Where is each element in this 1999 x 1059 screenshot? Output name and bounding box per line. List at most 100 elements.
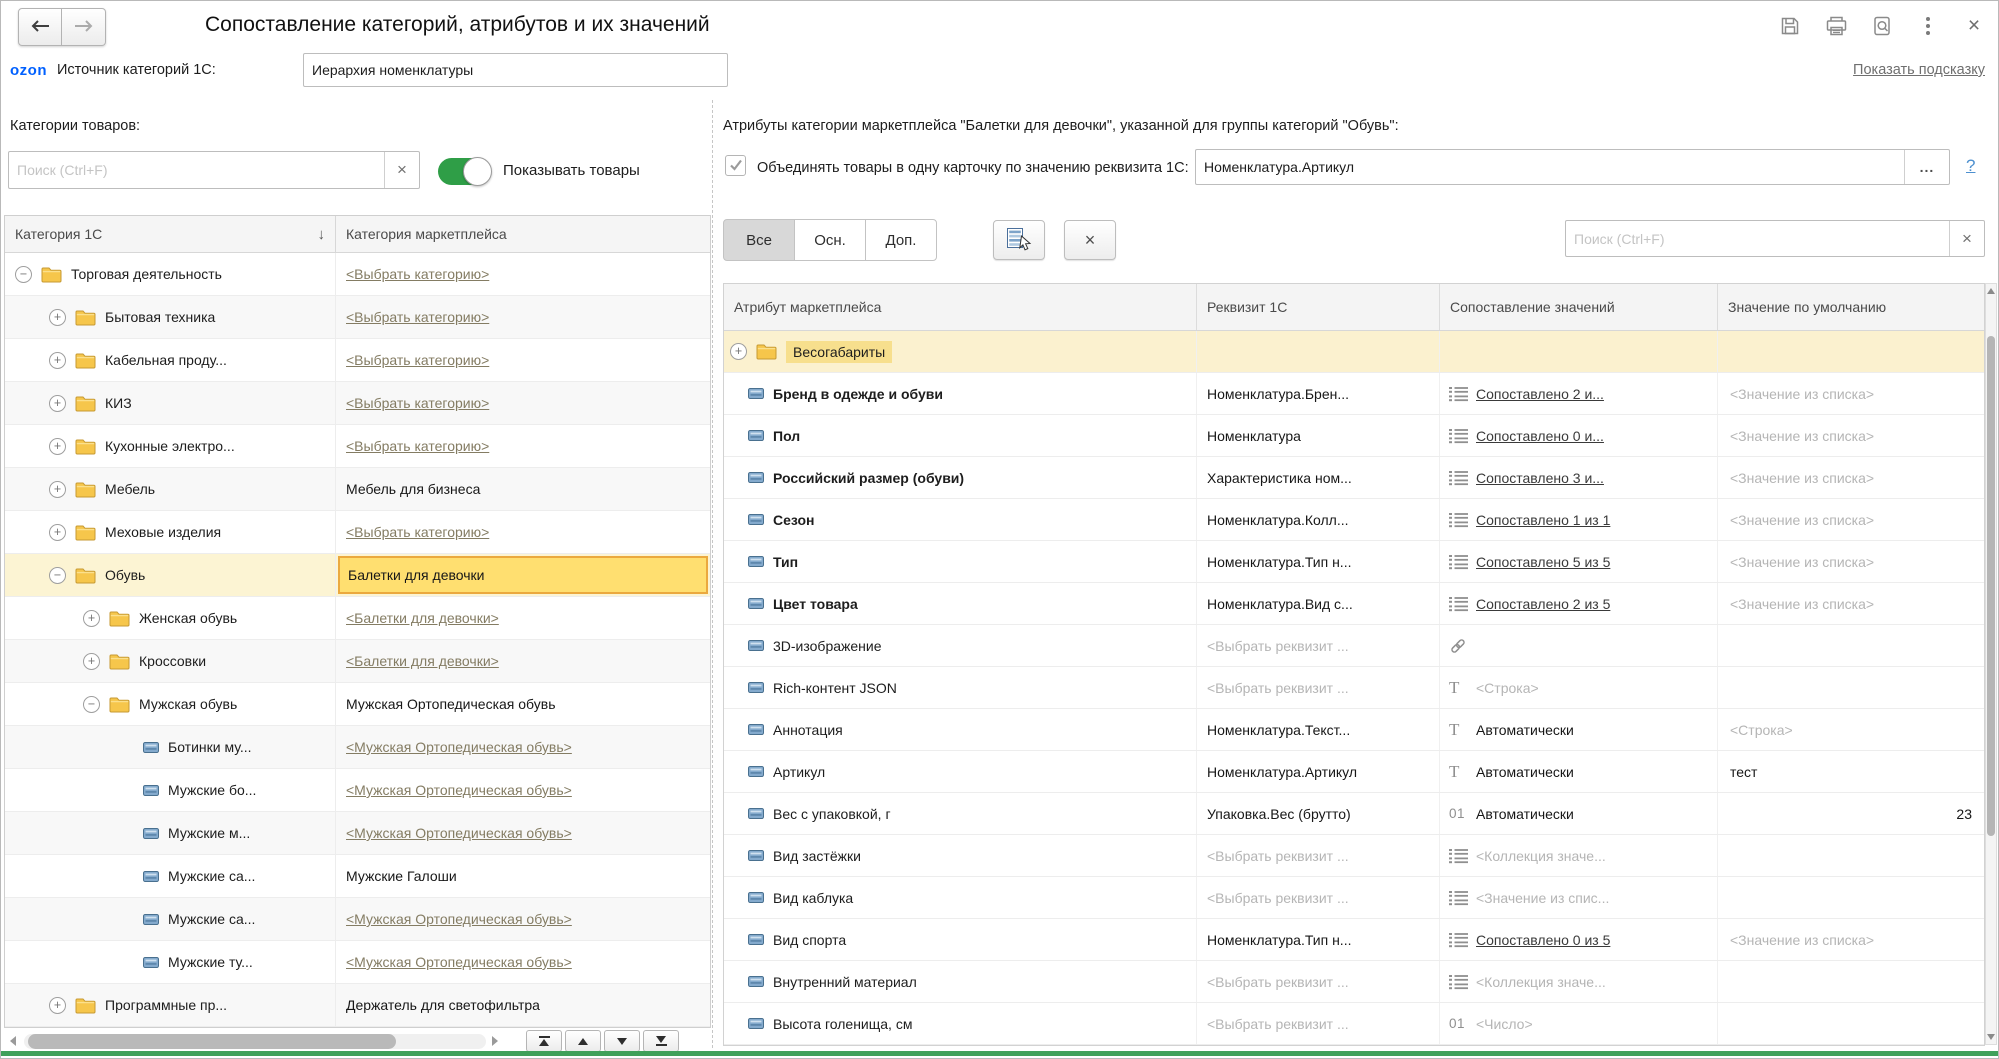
attribute-row[interactable]: СезонНоменклатура.Колл...Сопоставлено 1 … — [724, 499, 1984, 541]
marketplace-category-cell[interactable]: <Выбрать категорию> — [335, 511, 710, 553]
requisite-cell[interactable]: Номенклатура.Брен... — [1196, 373, 1439, 414]
category-row[interactable]: Мужские ту...<Мужская Ортопедическая обу… — [5, 941, 710, 984]
marketplace-category-cell[interactable]: <Мужская Ортопедическая обувь> — [335, 898, 710, 940]
marketplace-category-cell[interactable]: <Мужская Ортопедическая обувь> — [335, 769, 710, 811]
category-row[interactable]: Ботинки му...<Мужская Ортопедическая обу… — [5, 726, 710, 769]
default-cell[interactable] — [1717, 625, 1984, 666]
attribute-row[interactable]: Российский размер (обуви)Характеристика … — [724, 457, 1984, 499]
expand-icon[interactable]: + — [49, 309, 66, 326]
scroll-up-button[interactable] — [565, 1030, 601, 1052]
panel-splitter[interactable] — [712, 100, 713, 1048]
source-input[interactable] — [304, 54, 727, 86]
show-hint-link[interactable]: Показать подсказку — [1853, 62, 1985, 78]
scroll-to-top-button[interactable] — [526, 1030, 562, 1052]
marketplace-category-cell[interactable]: <Мужская Ортопедическая обувь> — [335, 726, 710, 768]
column-header-requisite[interactable]: Реквизит 1С — [1196, 284, 1439, 330]
mapping-cell[interactable] — [1439, 625, 1717, 666]
marketplace-category-cell[interactable]: <Выбрать категорию> — [335, 382, 710, 424]
scroll-left-icon[interactable] — [10, 1036, 16, 1046]
choose-category-link[interactable]: <Выбрать категорию> — [346, 309, 489, 325]
attribute-row[interactable]: Вид каблука<Выбрать реквизит ...<Значени… — [724, 877, 1984, 919]
category-row[interactable]: +Кроссовки<Балетки для девочки> — [5, 640, 710, 683]
requisite-cell[interactable]: Характеристика ном... — [1196, 457, 1439, 498]
mapping-cell[interactable]: <Коллекция значе... — [1439, 835, 1717, 876]
mapping-cell[interactable]: 01Автоматически — [1439, 793, 1717, 834]
help-link[interactable]: ? — [1966, 156, 1975, 176]
scroll-up-icon[interactable] — [1987, 288, 1995, 294]
mapping-link[interactable]: Сопоставлено 3 и... — [1476, 470, 1604, 486]
requisite-cell[interactable]: <Выбрать реквизит ... — [1196, 625, 1439, 666]
attribute-row[interactable]: АртикулНоменклатура.АртикулTАвтоматическ… — [724, 751, 1984, 793]
default-cell[interactable] — [1717, 667, 1984, 708]
clear-search-icon[interactable]: × — [385, 152, 419, 188]
choose-category-link[interactable]: <Мужская Ортопедическая обувь> — [346, 911, 572, 927]
attribute-row[interactable]: ТипНоменклатура.Тип н...Сопоставлено 5 и… — [724, 541, 1984, 583]
preview-icon[interactable] — [1870, 14, 1894, 38]
requisite-cell[interactable]: Номенклатура.Артикул — [1196, 751, 1439, 792]
mapping-cell[interactable]: <Коллекция значе... — [1439, 961, 1717, 1002]
default-cell[interactable] — [1717, 961, 1984, 1002]
attribute-row[interactable]: Бренд в одежде и обувиНоменклатура.Брен.… — [724, 373, 1984, 415]
mapping-link[interactable]: Сопоставлено 2 и... — [1476, 386, 1604, 402]
mapping-cell[interactable]: Сопоставлено 0 и... — [1439, 415, 1717, 456]
expand-icon[interactable]: + — [49, 524, 66, 541]
expand-icon[interactable]: + — [730, 343, 747, 360]
attribute-row[interactable]: Вид застёжки<Выбрать реквизит ...<Коллек… — [724, 835, 1984, 877]
scroll-down-icon[interactable] — [1987, 1034, 1995, 1040]
scroll-right-icon[interactable] — [492, 1036, 498, 1046]
choose-category-link[interactable]: <Балетки для девочки> — [346, 610, 499, 626]
category-search-input[interactable] — [9, 152, 384, 188]
marketplace-category-cell[interactable]: <Выбрать категорию> — [335, 339, 710, 381]
choose-category-link[interactable]: <Мужская Ортопедическая обувь> — [346, 954, 572, 970]
requisite-cell[interactable]: <Выбрать реквизит ... — [1196, 1003, 1439, 1044]
category-row[interactable]: +Кабельная проду...<Выбрать категорию> — [5, 339, 710, 382]
expand-icon[interactable]: + — [49, 395, 66, 412]
mapping-cell[interactable]: TАвтоматически — [1439, 709, 1717, 750]
tab-[interactable]: Доп. — [865, 219, 937, 261]
default-cell[interactable]: <Значение из списка> — [1717, 919, 1984, 960]
marketplace-category-cell[interactable]: <Выбрать категорию> — [335, 425, 710, 467]
expand-icon[interactable]: + — [49, 438, 66, 455]
expand-icon[interactable]: + — [83, 653, 100, 670]
mapping-link[interactable]: Сопоставлено 2 из 5 — [1476, 596, 1610, 612]
category-row[interactable]: +Меховые изделия<Выбрать категорию> — [5, 511, 710, 554]
more-icon[interactable] — [1916, 14, 1940, 38]
attribute-row[interactable]: Вид спортаНоменклатура.Тип н...Сопоставл… — [724, 919, 1984, 961]
category-row[interactable]: +Программные пр...Держатель для светофил… — [5, 984, 710, 1027]
attribute-group-row[interactable]: +Весогабариты — [724, 331, 1984, 373]
category-row[interactable]: Мужские бо...<Мужская Ортопедическая обу… — [5, 769, 710, 812]
default-cell[interactable] — [1717, 877, 1984, 918]
back-button[interactable] — [18, 8, 62, 46]
expand-icon[interactable]: + — [49, 997, 66, 1014]
marketplace-category-cell[interactable]: <Балетки для девочки> — [335, 597, 710, 639]
collapse-icon[interactable]: − — [83, 696, 100, 713]
attribute-row[interactable]: АннотацияНоменклатура.Текст...TАвтоматич… — [724, 709, 1984, 751]
choose-category-link[interactable]: <Мужская Ортопедическая обувь> — [346, 825, 572, 841]
requisite-cell[interactable]: Номенклатура.Тип н... — [1196, 541, 1439, 582]
clear-search-icon[interactable]: × — [1950, 221, 1984, 256]
attribute-row[interactable]: ПолНоменклатураСопоставлено 0 и...<Значе… — [724, 415, 1984, 457]
choose-category-link[interactable]: <Мужская Ортопедическая обувь> — [346, 739, 572, 755]
hscroll-track[interactable] — [24, 1034, 486, 1049]
default-cell[interactable]: <Значение из списка> — [1717, 583, 1984, 624]
collapse-icon[interactable]: − — [49, 567, 66, 584]
default-cell[interactable]: 23 — [1717, 793, 1984, 834]
forward-button[interactable] — [62, 8, 106, 46]
tab-[interactable]: Осн. — [794, 219, 866, 261]
default-cell[interactable]: <Значение из списка> — [1717, 373, 1984, 414]
requisite-cell[interactable]: Номенклатура — [1196, 415, 1439, 456]
default-cell[interactable]: <Значение из списка> — [1717, 541, 1984, 582]
attribute-row[interactable]: Внутренний материал<Выбрать реквизит ...… — [724, 961, 1984, 1003]
requisite-cell[interactable]: <Выбрать реквизит ... — [1196, 877, 1439, 918]
choose-category-link[interactable]: <Выбрать категорию> — [346, 352, 489, 368]
expand-icon[interactable]: + — [49, 481, 66, 498]
mapping-cell[interactable]: Сопоставлено 5 из 5 — [1439, 541, 1717, 582]
save-icon[interactable] — [1778, 14, 1802, 38]
marketplace-category-cell[interactable]: <Мужская Ортопедическая обувь> — [335, 812, 710, 854]
show-products-toggle[interactable] — [438, 158, 490, 185]
marketplace-category-cell[interactable]: Держатель для светофильтра — [335, 984, 710, 1026]
mapping-cell[interactable]: TАвтоматически — [1439, 751, 1717, 792]
choose-category-link[interactable]: <Выбрать категорию> — [346, 438, 489, 454]
choose-category-link[interactable]: <Выбрать категорию> — [346, 395, 489, 411]
requisite-cell[interactable]: Номенклатура.Вид с... — [1196, 583, 1439, 624]
